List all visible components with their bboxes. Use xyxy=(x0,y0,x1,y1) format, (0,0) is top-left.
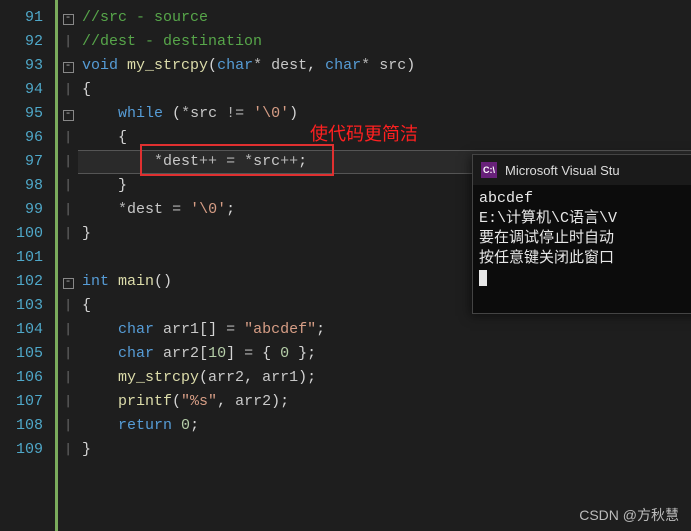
line-number: 100 xyxy=(0,222,55,246)
fold-column: - │ - │ - │ │ │ │ │ - │ │ │ │ │ │ │ xyxy=(55,0,78,531)
line-number: 91 xyxy=(0,6,55,30)
fold-toggle-icon[interactable]: - xyxy=(63,278,74,289)
comment: //src - source xyxy=(82,9,208,26)
line-number: 109 xyxy=(0,438,55,462)
line-number: 92 xyxy=(0,30,55,54)
vs-icon: C:\ xyxy=(481,162,497,178)
line-number: 95 xyxy=(0,102,55,126)
line-number: 93 xyxy=(0,54,55,78)
line-number: 105 xyxy=(0,342,55,366)
line-number: 97 xyxy=(0,150,55,174)
console-output: abcdef E:\计算机\C语言\V 要在调试停止时自动 按任意键关闭此窗口 xyxy=(473,185,691,313)
keyword: void xyxy=(82,57,118,74)
line-number: 106 xyxy=(0,366,55,390)
line-number-gutter: 91 92 93 94 95 96 97 98 99 100 101 102 1… xyxy=(0,0,55,531)
line-number: 103 xyxy=(0,294,55,318)
watermark: CSDN @方秋慧 xyxy=(579,505,679,525)
line-number: 99 xyxy=(0,198,55,222)
line-number: 98 xyxy=(0,174,55,198)
console-window[interactable]: C:\ Microsoft Visual Stu abcdef E:\计算机\C… xyxy=(472,154,691,314)
function-name: my_strcpy xyxy=(127,57,208,74)
line-number: 96 xyxy=(0,126,55,150)
fold-toggle-icon[interactable]: - xyxy=(63,62,74,73)
line-number: 94 xyxy=(0,78,55,102)
console-titlebar[interactable]: C:\ Microsoft Visual Stu xyxy=(473,155,691,185)
fold-toggle-icon[interactable]: - xyxy=(63,110,74,121)
line-number: 102 xyxy=(0,270,55,294)
console-cursor xyxy=(479,270,487,286)
line-number: 104 xyxy=(0,318,55,342)
line-number: 101 xyxy=(0,246,55,270)
line-number: 107 xyxy=(0,390,55,414)
comment: //dest - destination xyxy=(82,33,262,50)
annotation-text: 使代码更简洁 xyxy=(310,120,418,146)
line-number: 108 xyxy=(0,414,55,438)
console-title: Microsoft Visual Stu xyxy=(505,163,620,178)
fold-toggle-icon[interactable]: - xyxy=(63,14,74,25)
